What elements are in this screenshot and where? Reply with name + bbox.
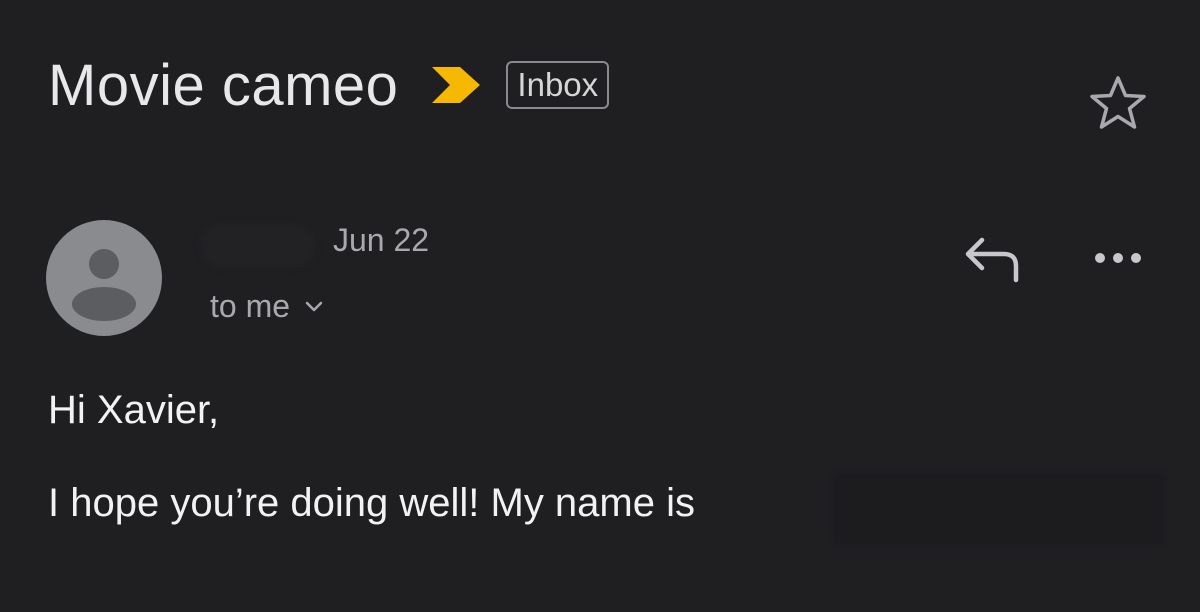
sender-avatar[interactable] — [46, 220, 162, 336]
redacted-text — [834, 474, 1164, 544]
email-date: Jun 22 — [333, 222, 430, 258]
inbox-label-chip[interactable]: Inbox — [506, 61, 610, 109]
person-icon — [72, 249, 136, 321]
email-view: Movie cameo Inbox Jun 22 to me Hi Xavier… — [0, 0, 1200, 612]
chevron-down-icon — [305, 301, 323, 311]
subject-row: Movie cameo Inbox — [48, 50, 610, 120]
reply-icon[interactable] — [958, 232, 1024, 284]
more-options-icon[interactable] — [1092, 248, 1144, 268]
star-icon[interactable] — [1088, 75, 1148, 131]
email-greeting: Hi Xavier, — [48, 388, 220, 432]
email-header: Jun 22 to me — [0, 212, 1200, 352]
sender-name-redacted — [200, 224, 316, 268]
recipient-toggle[interactable]: to me — [210, 288, 324, 325]
email-subject: Movie cameo — [48, 52, 399, 118]
recipient-text: to me — [210, 288, 291, 324]
email-body: Hi Xavier, I hope you’re doing well! My … — [48, 388, 1164, 544]
importance-marker-icon[interactable] — [432, 65, 482, 105]
